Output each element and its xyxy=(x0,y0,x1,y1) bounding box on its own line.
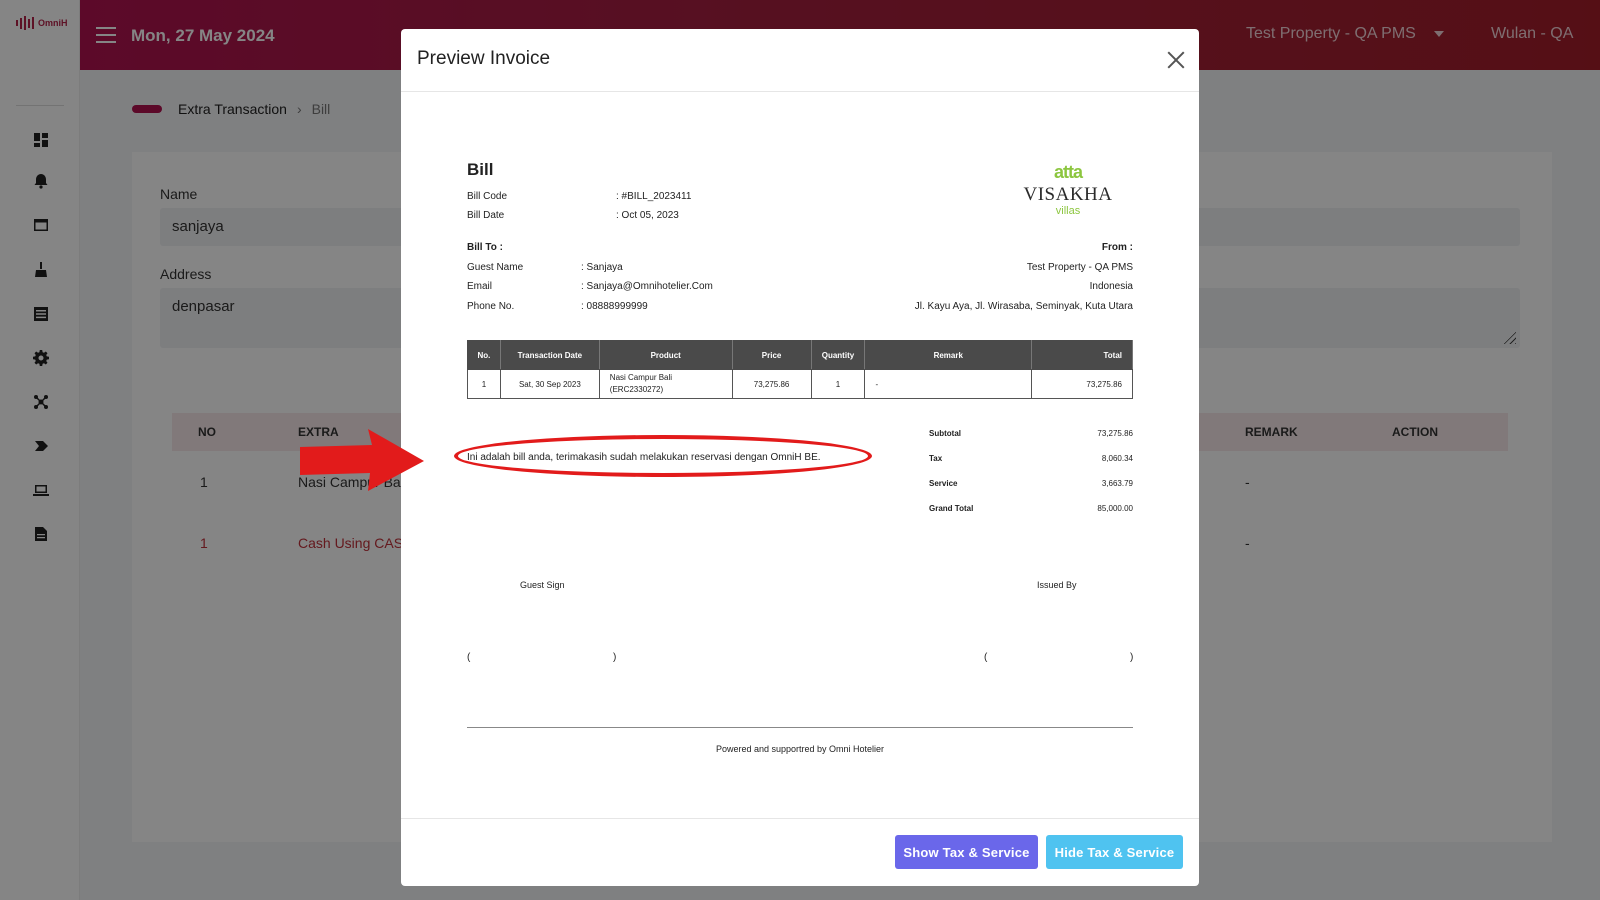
item-total: 73,275.86 xyxy=(1031,369,1133,399)
bill-to-label: Bill To : xyxy=(467,242,503,253)
th-price: Price xyxy=(731,340,812,370)
from-property: Test Property - QA PMS xyxy=(1026,262,1133,273)
brand-logo-sub: villas xyxy=(1055,205,1081,217)
th-quantity: Quantity xyxy=(810,340,866,370)
guest-sign-close: ) xyxy=(613,652,617,663)
tax-label: Tax xyxy=(929,454,943,463)
brand-logo-top: atta xyxy=(1053,162,1083,182)
grand-total-value: 85,000.00 xyxy=(1097,504,1133,513)
table-row: 1 Sat, 30 Sep 2023 Nasi Campur Bali (ERC… xyxy=(467,369,1133,399)
item-product-code: (ERC2330272) xyxy=(609,385,664,394)
guest-name-label: Guest Name xyxy=(467,262,524,273)
modal-footer: Show Tax & Service Hide Tax & Service xyxy=(401,818,1199,886)
item-product: Nasi Campur Bali (ERC2330272) xyxy=(598,369,733,399)
close-icon[interactable] xyxy=(1167,51,1185,69)
brand-logo-name: VISAKHA xyxy=(1023,184,1113,205)
subtotal-value: 73,275.86 xyxy=(1097,429,1133,438)
th-product: Product xyxy=(598,340,733,370)
annotation-ellipse xyxy=(454,435,872,477)
item-price: 73,275.86 xyxy=(731,369,812,399)
grand-total-label: Grand Total xyxy=(929,504,974,513)
guest-name-value: : Sanjaya xyxy=(581,262,623,273)
email-label: Email xyxy=(467,281,493,292)
guest-sign-label: Guest Sign xyxy=(520,580,565,590)
item-remark: - xyxy=(864,369,1033,399)
invoice-items-table: No. Transaction Date Product Price Quant… xyxy=(467,340,1133,399)
bill-date-value: : Oct 05, 2023 xyxy=(616,210,679,221)
preview-invoice-modal: Preview Invoice Bill Bill Code : #BILL_2… xyxy=(401,29,1199,886)
bill-code-value: : #BILL_2023411 xyxy=(616,191,692,202)
modal-header: Preview Invoice xyxy=(401,29,1199,92)
bill-date-label: Bill Date xyxy=(467,210,505,221)
item-date: Sat, 30 Sep 2023 xyxy=(499,369,600,399)
invoice-table-header: No. Transaction Date Product Price Quant… xyxy=(467,340,1133,370)
item-product-name: Nasi Campur Bali xyxy=(609,373,673,382)
service-label: Service xyxy=(929,479,958,488)
guest-sign-open: ( xyxy=(467,652,471,663)
invoice-title: Bill xyxy=(467,160,494,179)
issued-by-close: ) xyxy=(1130,652,1134,663)
powered-by: Powered and supportred by Omni Hotelier xyxy=(715,744,885,754)
hide-tax-service-button[interactable]: Hide Tax & Service xyxy=(1046,835,1183,869)
bill-code-label: Bill Code xyxy=(467,191,508,202)
tax-value: 8,060.34 xyxy=(1101,454,1133,463)
from-country: Indonesia xyxy=(1089,281,1133,292)
th-transaction-date: Transaction Date xyxy=(499,340,600,370)
annotation-arrow-icon xyxy=(300,429,424,491)
footer-divider xyxy=(467,727,1133,728)
subtotal-label: Subtotal xyxy=(929,429,961,438)
phone-value: : 08888999999 xyxy=(581,301,648,312)
email-value: : Sanjaya@Omnihotelier.Com xyxy=(581,281,713,292)
th-remark: Remark xyxy=(864,340,1033,370)
th-total: Total xyxy=(1031,340,1133,370)
from-label: From : xyxy=(1101,242,1133,253)
issued-by-open: ( xyxy=(984,652,988,663)
show-tax-service-button[interactable]: Show Tax & Service xyxy=(895,835,1038,869)
issued-by-label: Issued By xyxy=(1037,580,1077,590)
service-value: 3,663.79 xyxy=(1101,479,1133,488)
item-no: 1 xyxy=(467,369,501,399)
phone-label: Phone No. xyxy=(467,301,515,312)
item-quantity: 1 xyxy=(810,369,866,399)
modal-title: Preview Invoice xyxy=(417,48,551,69)
from-address: Jl. Kayu Aya, Jl. Wirasaba, Seminyak, Ku… xyxy=(914,301,1133,312)
th-no: No. xyxy=(467,340,501,370)
